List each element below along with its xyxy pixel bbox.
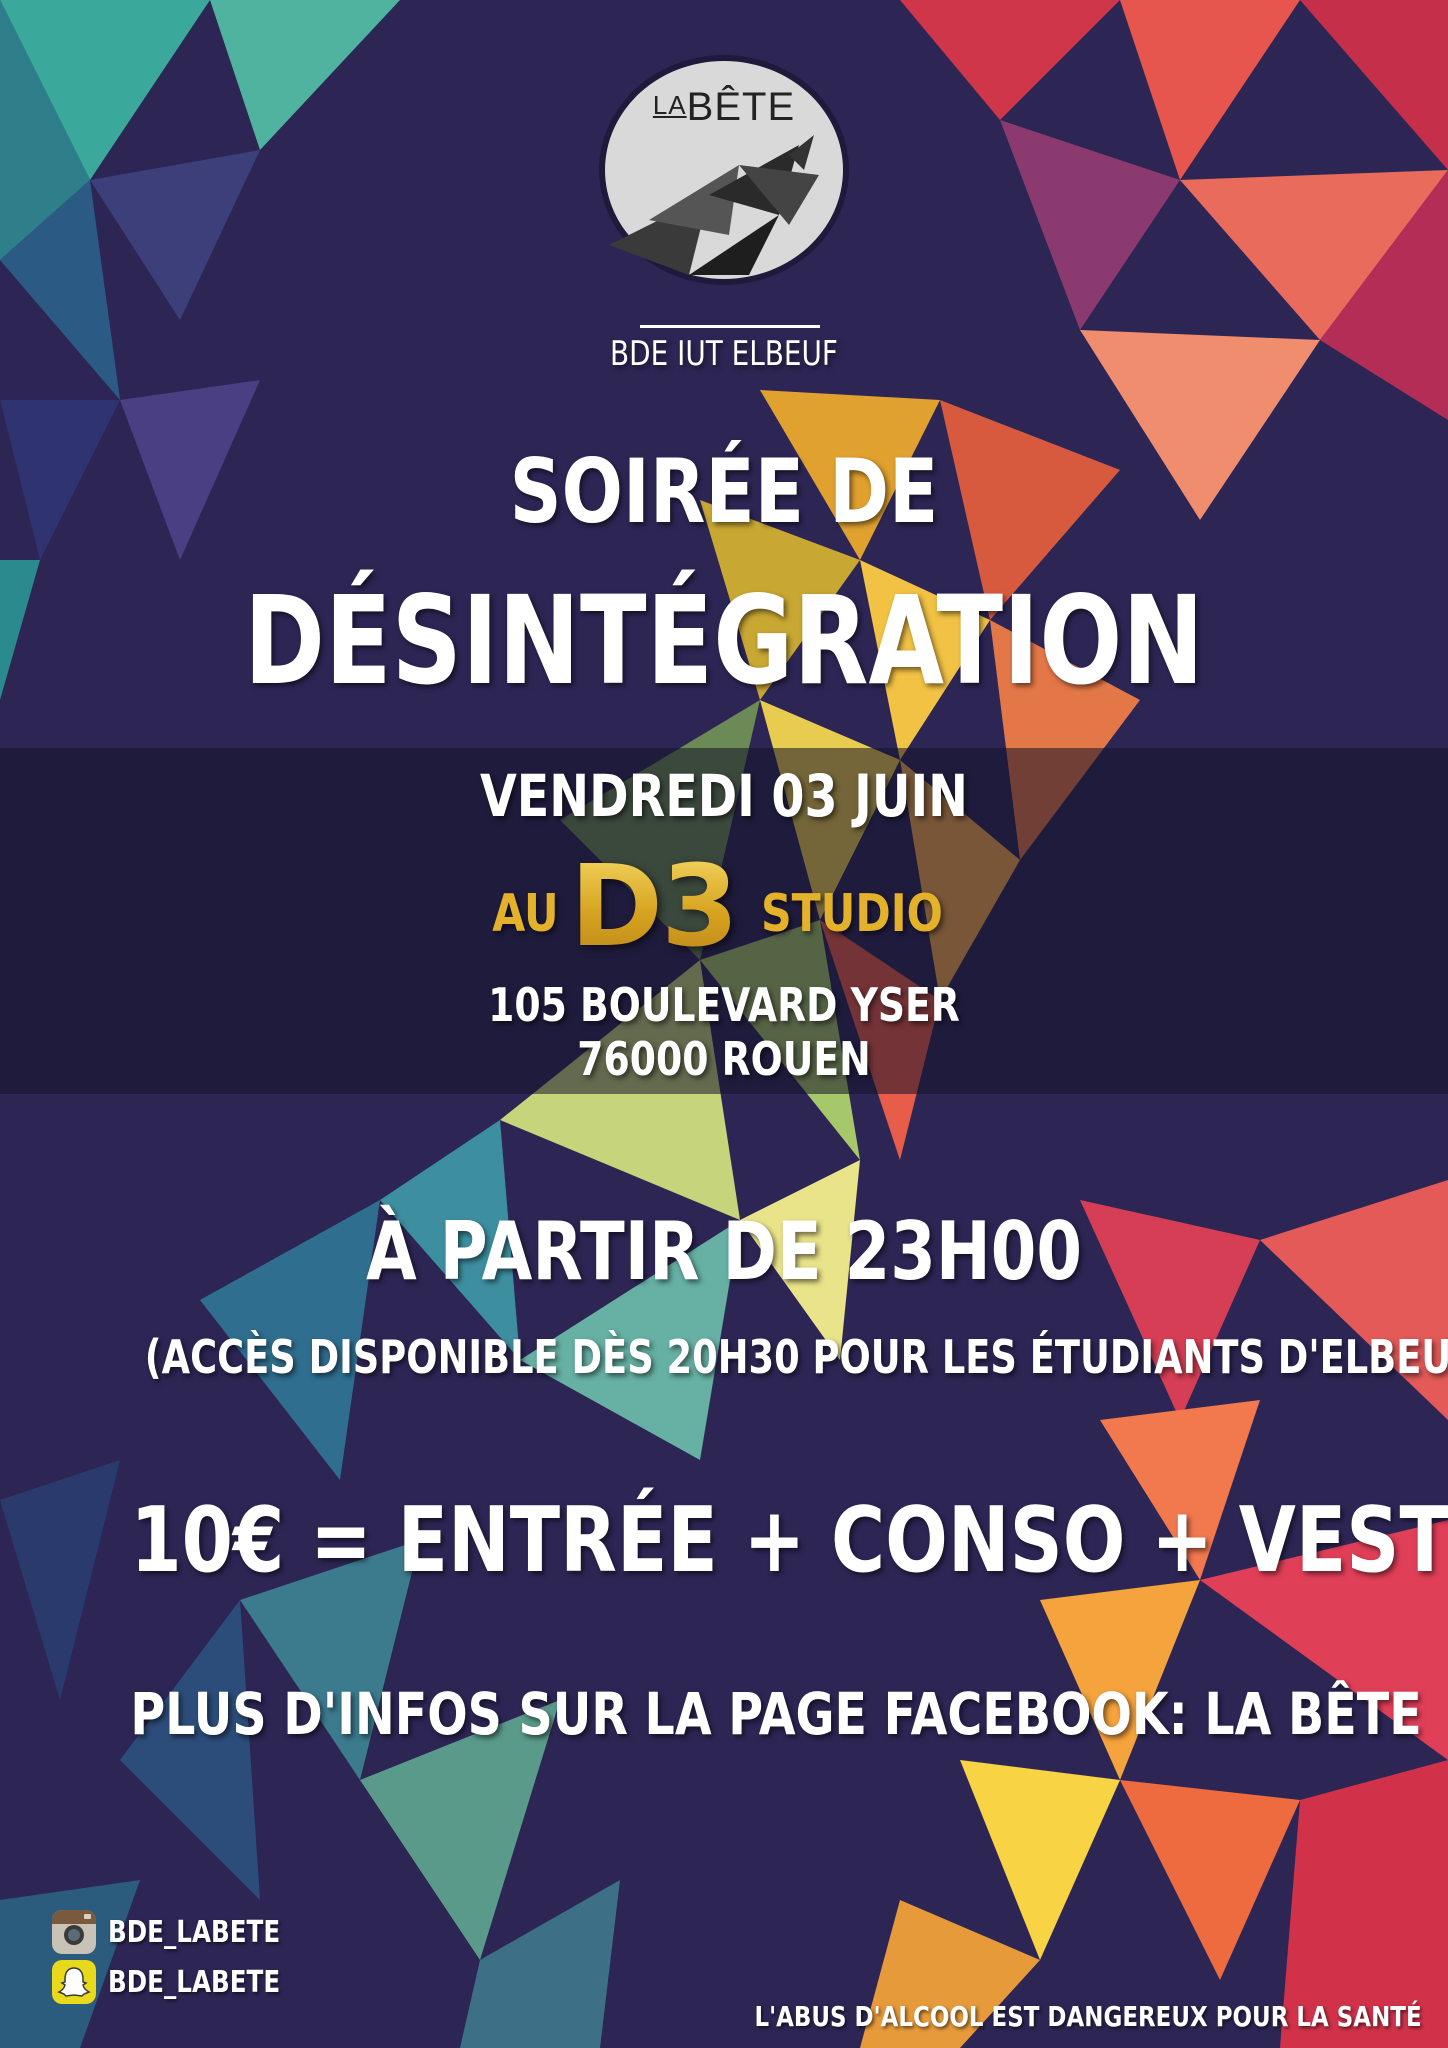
logo: LABÊTE <box>589 55 859 295</box>
price-line: 10€ = ENTRÉE + CONSO + VESTIAIRE <box>130 1488 1448 1593</box>
logo-text-la: LA <box>652 90 687 120</box>
instagram-icon <box>52 1910 96 1954</box>
divider <box>640 325 820 328</box>
snapchat-handle: BDE_LABETE <box>108 1964 281 2000</box>
venue-prefix: AU <box>492 884 559 944</box>
logo-text: LABÊTE <box>589 85 859 130</box>
wolf-head-icon <box>609 135 819 275</box>
start-time: À PARTIR DE 23H00 <box>365 1205 1083 1298</box>
event-date: VENDREDI 03 JUIN <box>479 762 968 830</box>
address-line-2: 76000 ROUEN <box>577 1032 871 1086</box>
access-note: (ACCÈS DISPONIBLE DÈS 20H30 POUR LES ÉTU… <box>144 1330 1448 1384</box>
social-instagram: BDE_LABETE <box>52 1910 318 1954</box>
more-info: PLUS D'INFOS SUR LA PAGE FACEBOOK: LA BÊ… <box>130 1680 1422 1748</box>
social-snapchat: BDE_LABETE <box>52 1960 318 2004</box>
title-line-1: SOIRÉE DE <box>509 440 939 543</box>
venue-logo-d3: D3 <box>570 842 739 972</box>
alcohol-warning: L'ABUS D'ALCOOL EST DANGEREUX POUR LA SA… <box>754 2000 1422 2033</box>
instagram-handle: BDE_LABETE <box>108 1914 281 1950</box>
organizer-name: BDE IUT ELBEUF <box>610 334 838 374</box>
venue-suffix: STUDIO <box>760 884 943 944</box>
address-line-1: 105 BOULEVARD YSER <box>488 978 960 1032</box>
venue: AU D3 STUDIO <box>0 842 1448 972</box>
event-poster: LABÊTE BDE IUT ELBEUF SOIRÉE DE DÉSINTÉG… <box>0 0 1448 2048</box>
title-line-2: DÉSINTÉGRATION <box>244 570 1204 712</box>
snapchat-icon <box>52 1960 96 2004</box>
logo-text-bete: BÊTE <box>686 85 796 129</box>
